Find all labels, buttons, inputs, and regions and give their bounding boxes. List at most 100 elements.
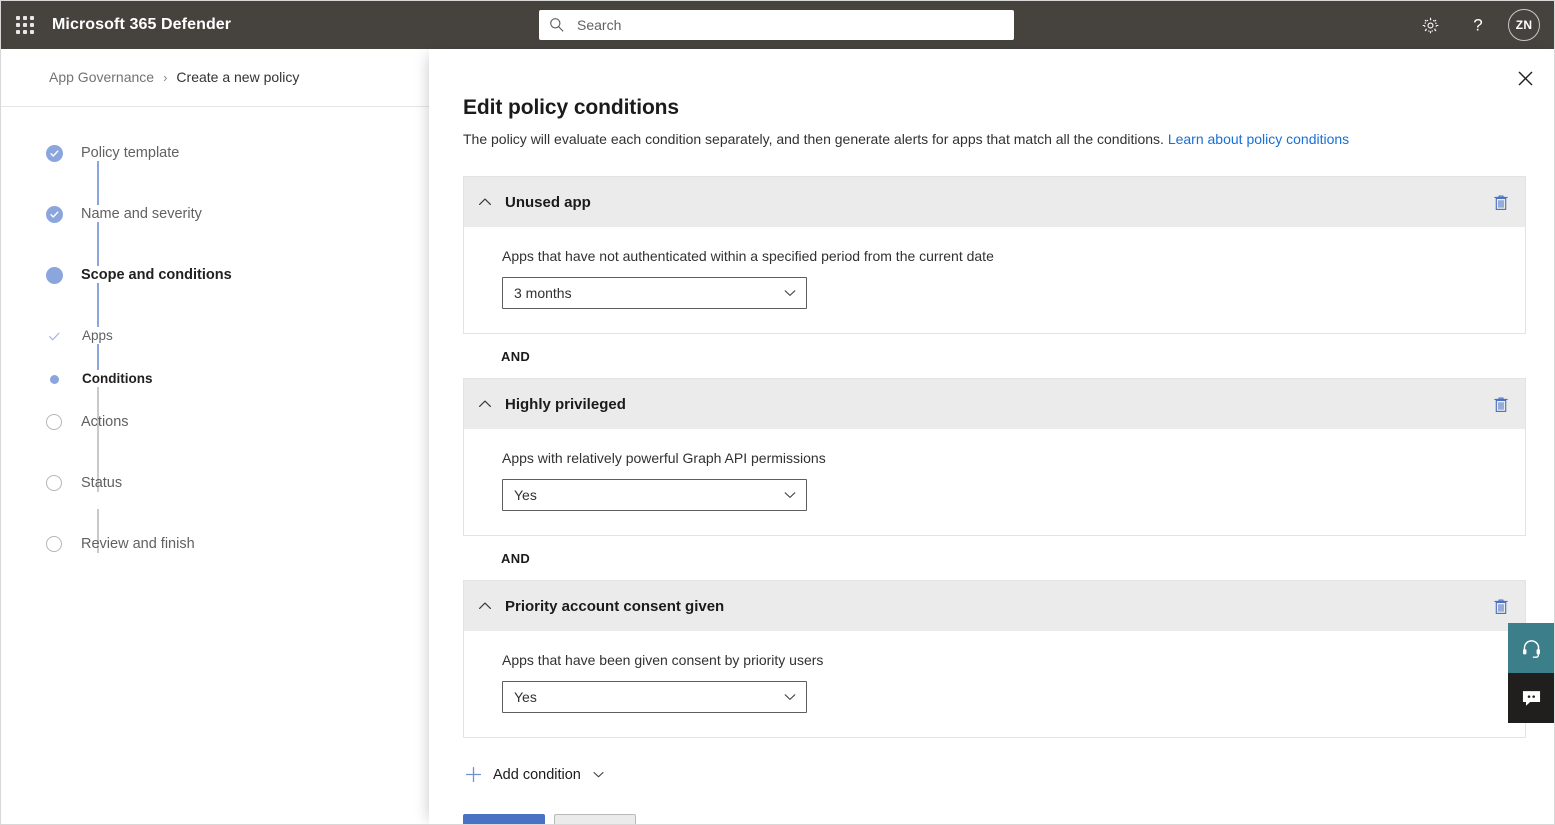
settings-button[interactable] <box>1408 3 1452 47</box>
sidebar-item-label: Scope and conditions <box>81 266 232 284</box>
feedback-button[interactable] <box>1508 673 1554 723</box>
chevron-down-icon <box>783 488 797 502</box>
help-button[interactable]: ? <box>1456 3 1500 47</box>
and-separator: AND <box>463 334 1526 378</box>
highly-privileged-select[interactable]: Yes <box>502 479 807 511</box>
empty-circle-icon <box>46 536 62 552</box>
sidebar-item-conditions[interactable]: Conditions <box>45 370 385 413</box>
condition-card: Highly privileged Apps with relatively p… <box>463 378 1526 536</box>
app-root: Microsoft 365 Defender ? <box>0 0 1555 825</box>
breadcrumb-current: Create a new policy <box>176 69 299 85</box>
sidebar-item-status[interactable]: Status <box>45 474 385 535</box>
step-marker <box>45 266 63 284</box>
sidebar-item-label: Actions <box>81 413 129 431</box>
sidebar-item-label: Status <box>81 474 122 492</box>
breadcrumb-separator-icon: › <box>163 70 167 85</box>
chevron-up-icon <box>477 598 493 614</box>
select-value: 3 months <box>514 285 572 301</box>
sidebar-item-label: Apps <box>82 327 113 345</box>
step-marker <box>45 413 63 430</box>
sidebar-item-policy-template[interactable]: Policy template <box>45 144 385 205</box>
condition-title: Highly privileged <box>505 396 626 413</box>
sidebar-item-actions[interactable]: Actions <box>45 413 385 474</box>
check-icon <box>48 330 61 343</box>
delete-condition-button[interactable] <box>1489 392 1513 416</box>
trash-icon <box>1493 598 1509 615</box>
close-icon <box>1518 71 1533 86</box>
panel-description: The policy will evaluate each condition … <box>463 130 1526 149</box>
breadcrumb-root[interactable]: App Governance <box>49 69 154 85</box>
condition-card: Unused app Apps that have not authentica… <box>463 176 1526 334</box>
panel-description-text: The policy will evaluate each condition … <box>463 131 1164 147</box>
select-value: Yes <box>514 487 537 503</box>
chevron-down-icon <box>592 768 605 781</box>
sidebar-item-review-and-finish[interactable]: Review and finish <box>45 535 385 596</box>
sidebar-item-label: Conditions <box>82 370 153 388</box>
avatar-initials: ZN <box>1516 18 1533 32</box>
sidebar-item-scope-and-conditions[interactable]: Scope and conditions <box>45 266 385 327</box>
header-divider <box>1 106 429 107</box>
condition-body: Apps with relatively powerful Graph API … <box>464 429 1525 535</box>
learn-about-policy-conditions-link[interactable]: Learn about policy conditions <box>1168 131 1349 147</box>
priority-account-consent-select[interactable]: Yes <box>502 681 807 713</box>
small-dot-icon <box>50 375 59 384</box>
page-title: Edit policy conditions <box>463 96 1526 120</box>
step-marker <box>45 370 63 384</box>
support-button[interactable] <box>1508 623 1554 673</box>
suite-bar: Microsoft 365 Defender ? <box>1 1 1555 49</box>
suite-actions: ? ZN <box>1408 1 1548 49</box>
trash-icon <box>1493 194 1509 211</box>
condition-title: Priority account consent given <box>505 598 724 615</box>
sidebar-item-apps[interactable]: Apps <box>45 327 385 370</box>
and-separator: AND <box>463 536 1526 580</box>
save-button[interactable]: Save <box>463 814 545 825</box>
empty-circle-icon <box>46 475 62 491</box>
edit-policy-conditions-panel: Edit policy conditions The policy will e… <box>429 49 1555 825</box>
condition-title: Unused app <box>505 194 591 211</box>
search-box[interactable] <box>539 10 1014 40</box>
search-input[interactable] <box>575 16 1004 34</box>
chevron-down-icon <box>783 690 797 704</box>
chevron-down-icon <box>783 286 797 300</box>
condition-header[interactable]: Priority account consent given <box>464 581 1525 631</box>
panel-content: Edit policy conditions The policy will e… <box>463 96 1526 825</box>
chevron-up-icon <box>477 396 493 412</box>
sidebar-item-name-and-severity[interactable]: Name and severity <box>45 205 385 266</box>
empty-circle-icon <box>46 414 62 430</box>
gear-icon <box>1421 16 1440 35</box>
close-panel-button[interactable] <box>1508 61 1542 95</box>
headset-icon <box>1521 638 1542 659</box>
unused-app-period-select[interactable]: 3 months <box>502 277 807 309</box>
delete-condition-button[interactable] <box>1489 190 1513 214</box>
avatar[interactable]: ZN <box>1508 9 1540 41</box>
suite-title: Microsoft 365 Defender <box>52 16 231 34</box>
check-circle-icon <box>46 145 63 162</box>
chevron-up-icon <box>477 194 493 210</box>
condition-header[interactable]: Unused app <box>464 177 1525 227</box>
sidebar-item-label: Policy template <box>81 144 179 162</box>
cancel-button[interactable]: Cancel <box>554 814 636 825</box>
plus-icon <box>465 766 482 783</box>
check-circle-icon <box>46 206 63 223</box>
condition-description: Apps with relatively powerful Graph API … <box>502 450 1525 466</box>
sidebar-item-label: Review and finish <box>81 535 195 553</box>
add-condition-label: Add condition <box>493 767 581 783</box>
condition-description: Apps that have been given consent by pri… <box>502 652 1525 668</box>
step-marker <box>45 535 63 552</box>
question-mark-icon: ? <box>1468 15 1488 35</box>
wizard-steps: Policy template Name and severity Scope … <box>45 144 385 596</box>
app-launcher-button[interactable] <box>1 1 49 49</box>
side-widgets <box>1508 623 1554 723</box>
condition-header[interactable]: Highly privileged <box>464 379 1525 429</box>
step-marker <box>45 144 63 162</box>
select-value: Yes <box>514 689 537 705</box>
delete-condition-button[interactable] <box>1489 594 1513 618</box>
condition-body: Apps that have been given consent by pri… <box>464 631 1525 737</box>
svg-text:?: ? <box>1473 16 1482 35</box>
filled-circle-icon <box>46 267 63 284</box>
add-condition-button[interactable]: Add condition <box>463 762 609 787</box>
sidebar-item-label: Name and severity <box>81 205 202 223</box>
condition-card: Priority account consent given Apps that… <box>463 580 1526 738</box>
feedback-chat-icon <box>1521 689 1542 708</box>
panel-footer: Save Cancel <box>463 814 1526 825</box>
